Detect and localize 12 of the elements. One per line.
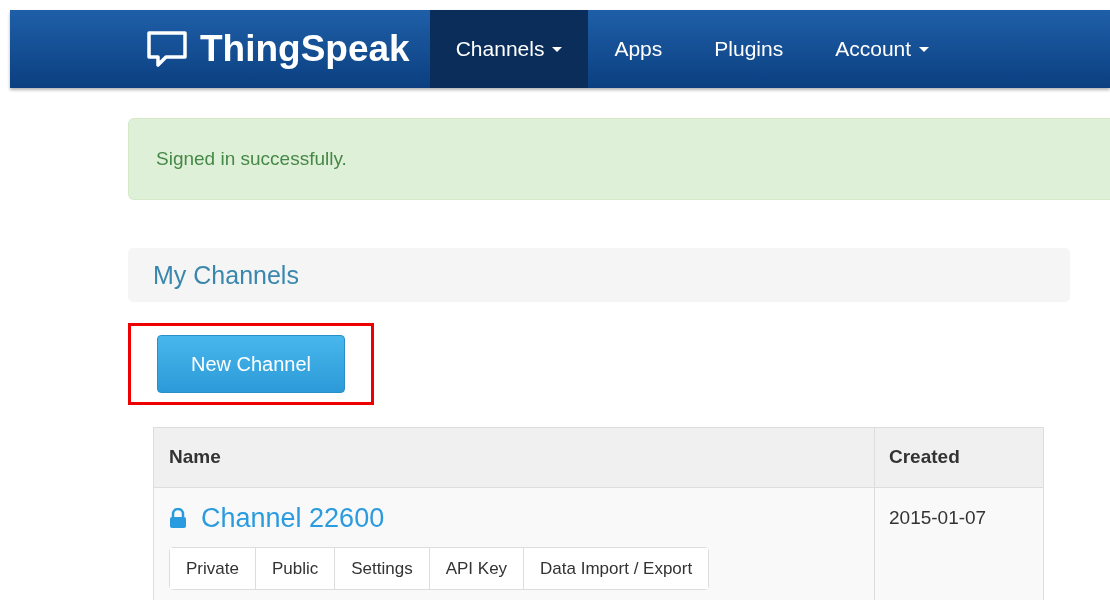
page-heading: My Channels: [153, 260, 299, 290]
nav-item[interactable]: Account: [809, 10, 956, 88]
nav-item[interactable]: Plugins: [688, 10, 810, 88]
brand-name[interactable]: ThingSpeak: [200, 21, 410, 77]
column-header: Name: [154, 428, 875, 487]
date-cell-text: 2015-01-07: [889, 506, 988, 530]
speech-bubble-icon: [146, 30, 188, 68]
nav-item[interactable]: Apps: [588, 10, 689, 88]
success-alert: Signed in successfully.: [128, 118, 1110, 200]
channel-action-button[interactable]: Private: [170, 547, 256, 589]
column-header: Created: [888, 445, 961, 470]
nav-item[interactable]: Channels: [429, 10, 589, 88]
